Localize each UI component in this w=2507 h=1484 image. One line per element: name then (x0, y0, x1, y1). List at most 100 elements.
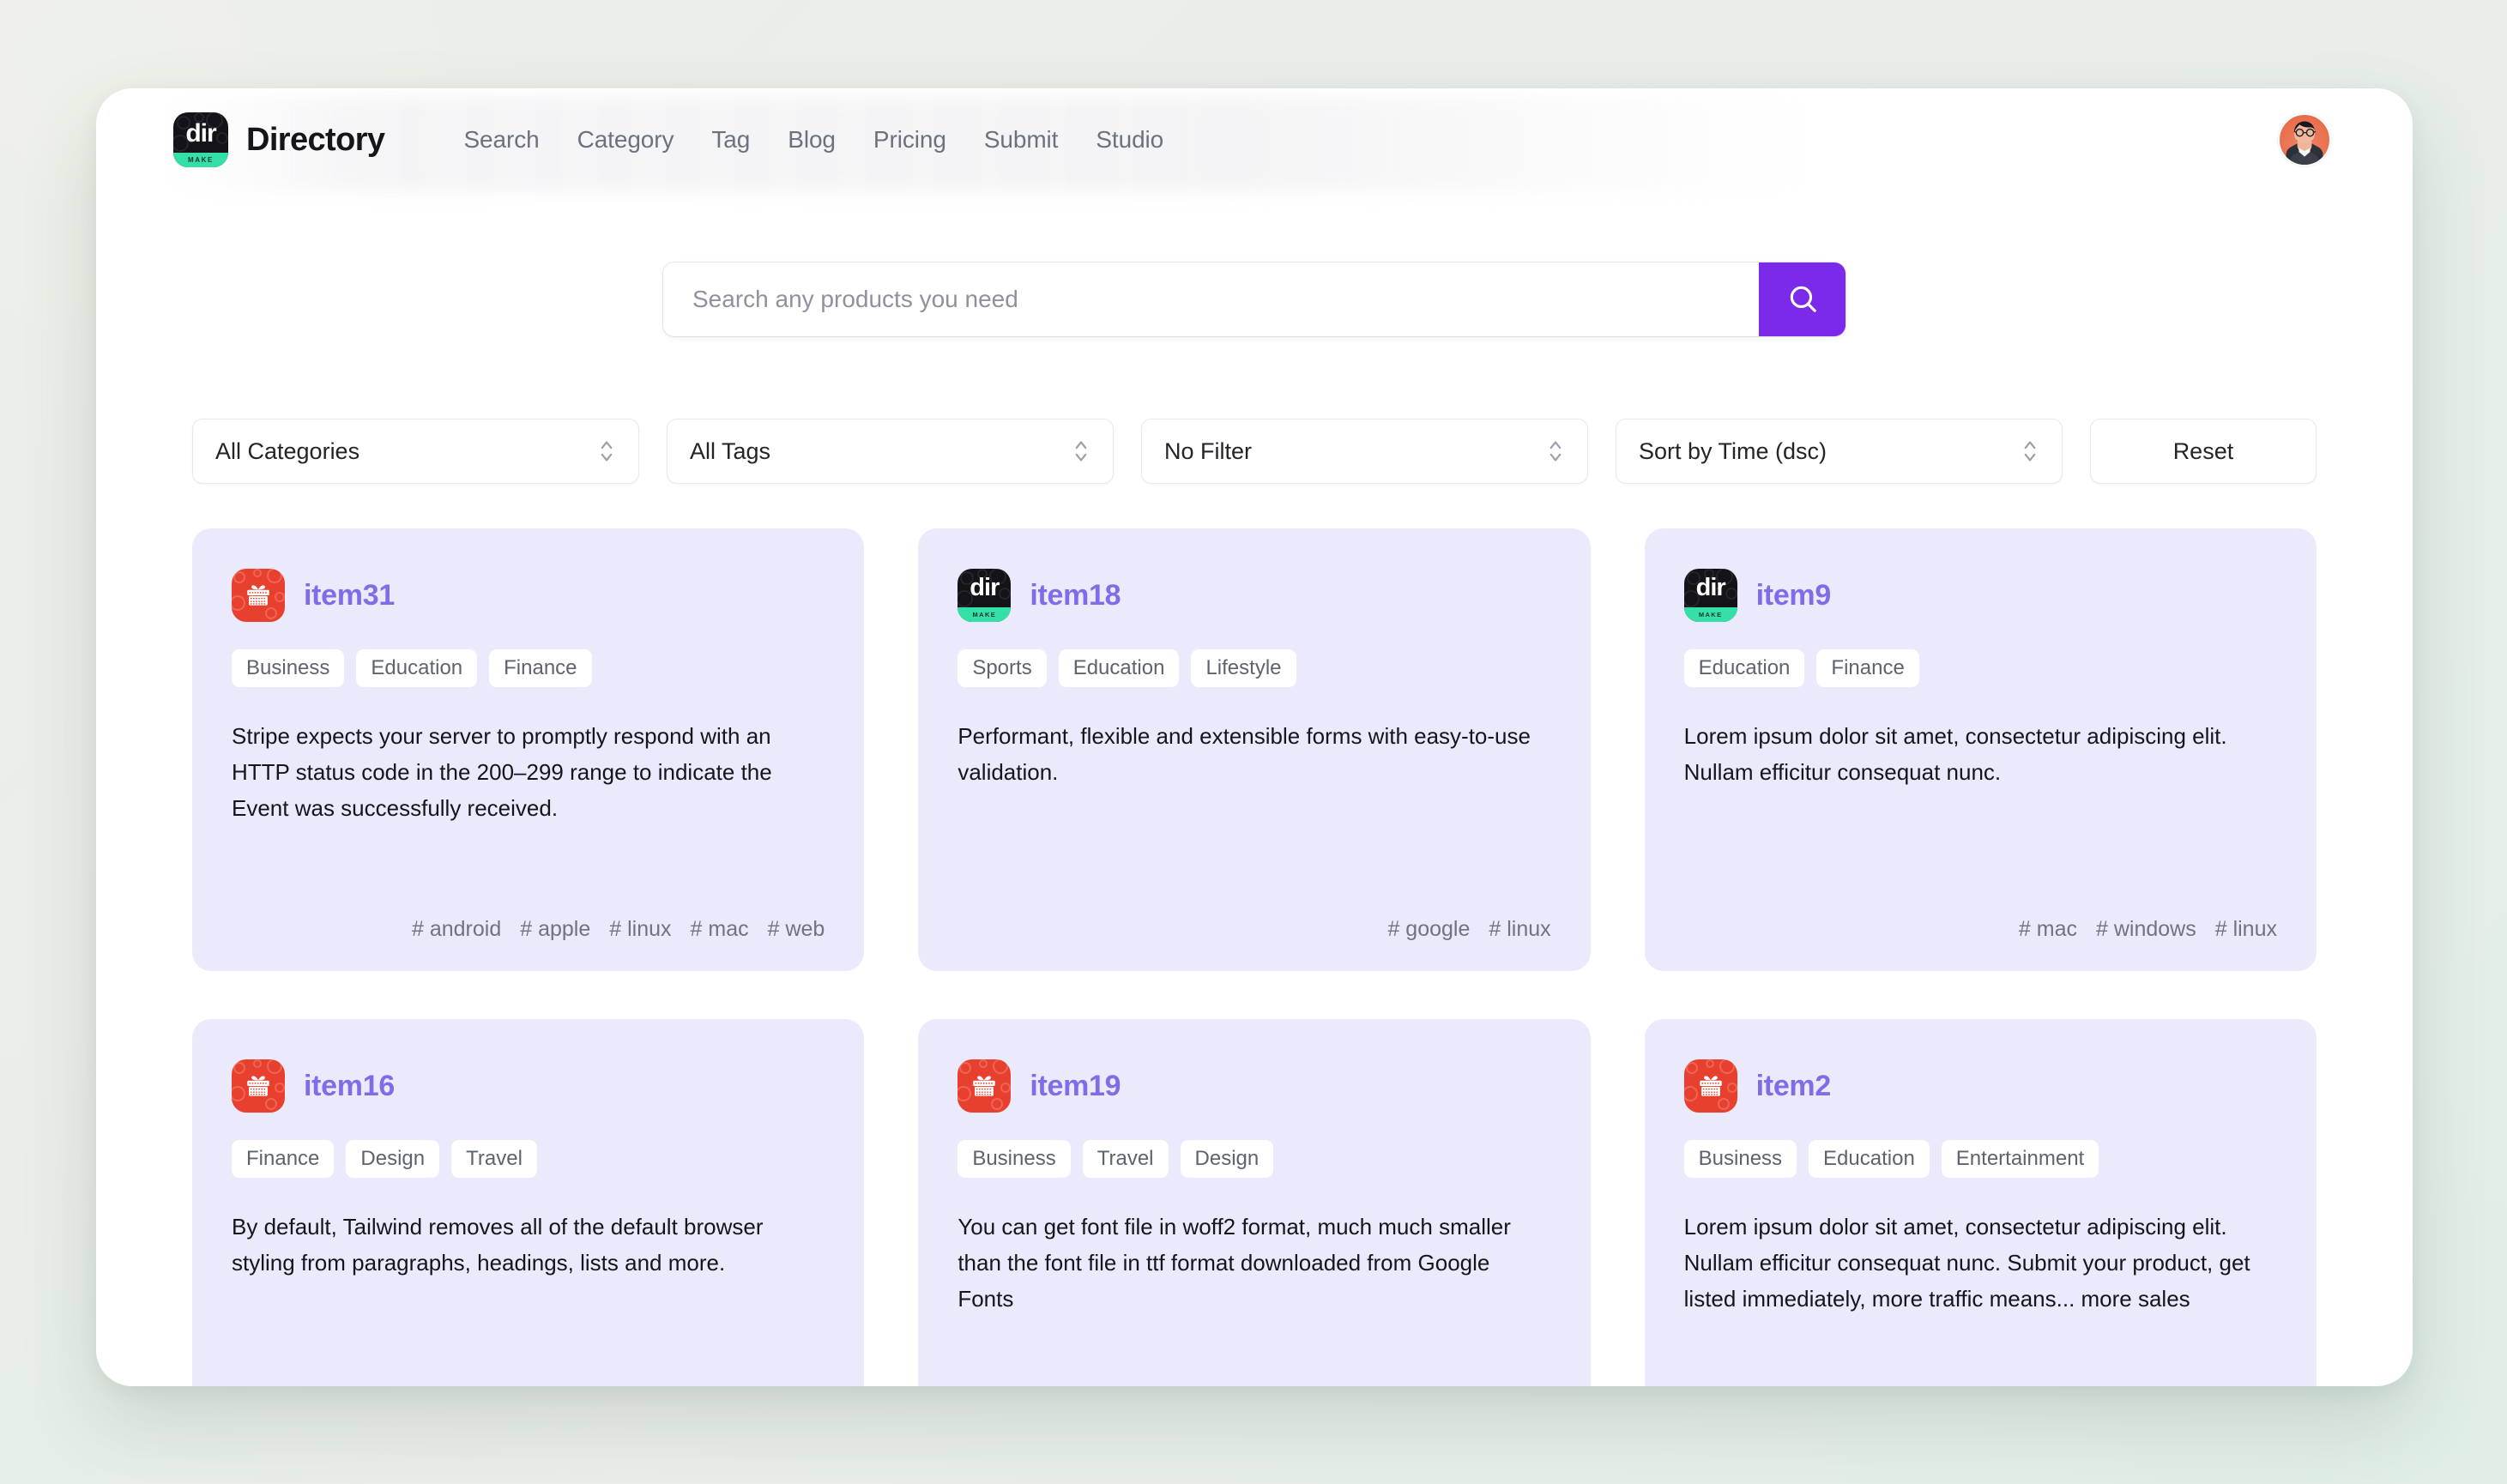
category-pill-list: Business Travel Design (957, 1140, 1550, 1178)
card-logo-wordmark: dir (957, 575, 1011, 601)
search-icon (1786, 282, 1819, 317)
category-pill[interactable]: Lifestyle (1191, 649, 1296, 687)
hashtag[interactable]: # apple (520, 917, 590, 942)
category-pill[interactable]: Sports (957, 649, 1046, 687)
nav-item-blog[interactable]: Blog (788, 126, 836, 154)
main-nav: Search Category Tag Blog Pricing Submit … (463, 126, 1163, 154)
nav-item-category[interactable]: Category (577, 126, 674, 154)
card-header: item19 (957, 1059, 1550, 1113)
result-card[interactable]: item2 Business Education Entertainment Lor… (1645, 1019, 2317, 1386)
card-title[interactable]: item16 (304, 1070, 395, 1103)
filter-bar: All Categories All Tags No Filter (96, 419, 2413, 484)
hashtag[interactable]: # mac (2019, 917, 2077, 942)
nav-item-studio[interactable]: Studio (1096, 126, 1163, 154)
category-pill[interactable]: Business (957, 1140, 1070, 1178)
category-pill[interactable]: Education (1059, 649, 1180, 687)
header: dir MAKE Directory Search Category Tag B… (96, 88, 2413, 191)
result-card[interactable]: item19 Business Travel Design You can get … (918, 1019, 1590, 1386)
result-card[interactable]: dir MAKE item9 Education Finance Lorem ip… (1645, 528, 2317, 971)
card-header: dir MAKE item9 (1684, 569, 2277, 622)
category-pill[interactable]: Travel (451, 1140, 537, 1178)
card-description: By default, Tailwind removes all of the … (232, 1209, 825, 1281)
category-select[interactable]: All Categories (192, 419, 639, 484)
card-description: Lorem ipsum dolor sit amet, consectetur … (1684, 718, 2277, 790)
logo-wordmark: dir (173, 120, 228, 148)
category-select-value: All Categories (215, 438, 359, 465)
card-title[interactable]: item31 (304, 579, 395, 612)
chevron-updown-icon (597, 437, 616, 466)
sort-select[interactable]: Sort by Time (dsc) (1616, 419, 2063, 484)
filter-select[interactable]: No Filter (1141, 419, 1588, 484)
tag-select[interactable]: All Tags (667, 419, 1114, 484)
hashtag[interactable]: # linux (2215, 917, 2277, 942)
dir-logo-icon: dir MAKE (173, 112, 228, 167)
filter-select-value: No Filter (1164, 438, 1252, 465)
dir-logo-icon: dir MAKE (957, 569, 1011, 622)
card-header: item16 (232, 1059, 825, 1113)
hashtag[interactable]: # mac (691, 917, 749, 942)
gift-icon (957, 1059, 1011, 1113)
chevron-updown-icon (1072, 437, 1090, 466)
category-pill[interactable]: Business (1684, 1140, 1797, 1178)
logo-badge: MAKE (173, 153, 228, 167)
category-pill-list: Sports Education Lifestyle (957, 649, 1550, 687)
category-pill[interactable]: Education (1684, 649, 1805, 687)
hashtag[interactable]: # google (1387, 917, 1470, 942)
brand[interactable]: dir MAKE Directory (173, 112, 384, 167)
card-header: item31 (232, 569, 825, 622)
card-description: Stripe expects your server to promptly r… (232, 718, 825, 826)
brand-name: Directory (246, 122, 384, 159)
search-input[interactable] (663, 262, 1759, 336)
nav-item-tag[interactable]: Tag (711, 126, 750, 154)
hashtag[interactable]: # windows (2096, 917, 2196, 942)
gift-icon (244, 1071, 273, 1101)
card-title[interactable]: item2 (1756, 1070, 1831, 1103)
category-pill-list: Finance Design Travel (232, 1140, 825, 1178)
avatar-portrait (2280, 115, 2329, 165)
gift-icon (1696, 1071, 1725, 1101)
hashtag[interactable]: # linux (609, 917, 671, 942)
card-description: You can get font file in woff2 format, m… (957, 1209, 1550, 1317)
gift-icon (970, 1071, 999, 1101)
nav-item-pricing[interactable]: Pricing (873, 126, 946, 154)
card-description: Lorem ipsum dolor sit amet, consectetur … (1684, 1209, 2277, 1317)
category-pill[interactable]: Design (1181, 1140, 1274, 1178)
gift-icon (232, 1059, 285, 1113)
avatar[interactable] (2278, 113, 2331, 166)
category-pill[interactable]: Entertainment (1942, 1140, 2099, 1178)
chevron-updown-icon (2021, 437, 2039, 466)
category-pill[interactable]: Design (346, 1140, 439, 1178)
nav-item-search[interactable]: Search (463, 126, 539, 154)
tag-select-value: All Tags (690, 438, 770, 465)
category-pill[interactable]: Education (1809, 1140, 1930, 1178)
search-button[interactable] (1759, 262, 1846, 336)
category-pill-list: Education Finance (1684, 649, 2277, 687)
card-logo-badge: MAKE (1684, 607, 1737, 622)
hashtag[interactable]: # web (768, 917, 825, 942)
hashtag[interactable]: # linux (1489, 917, 1550, 942)
category-pill[interactable]: Business (232, 649, 344, 687)
card-title[interactable]: item18 (1030, 579, 1121, 612)
category-pill-list: Business Education Finance (232, 649, 825, 687)
hashtag[interactable]: # android (412, 917, 501, 942)
category-pill[interactable]: Travel (1083, 1140, 1169, 1178)
search-bar[interactable] (663, 262, 1846, 336)
nav-item-submit[interactable]: Submit (984, 126, 1059, 154)
category-pill-list: Business Education Entertainment (1684, 1140, 2277, 1178)
card-header: dir MAKE item18 (957, 569, 1550, 622)
reset-button[interactable]: Reset (2090, 419, 2317, 484)
card-description: Performant, flexible and extensible form… (957, 718, 1550, 790)
dir-logo-icon: dir MAKE (1684, 569, 1737, 622)
result-card[interactable]: dir MAKE item18 Sports Education Lifestyle… (918, 528, 1590, 971)
card-title[interactable]: item19 (1030, 1070, 1121, 1103)
category-pill[interactable]: Education (356, 649, 477, 687)
gift-icon (244, 581, 273, 610)
gift-icon (1684, 1059, 1737, 1113)
result-card[interactable]: item31 Business Education Finance Stripe e… (192, 528, 864, 971)
category-pill[interactable]: Finance (489, 649, 591, 687)
category-pill[interactable]: Finance (232, 1140, 334, 1178)
result-card[interactable]: item16 Finance Design Travel By default, T… (192, 1019, 864, 1386)
hashtag-list: # android # apple # linux # mac # web (232, 888, 825, 942)
card-title[interactable]: item9 (1756, 579, 1831, 612)
category-pill[interactable]: Finance (1816, 649, 1918, 687)
